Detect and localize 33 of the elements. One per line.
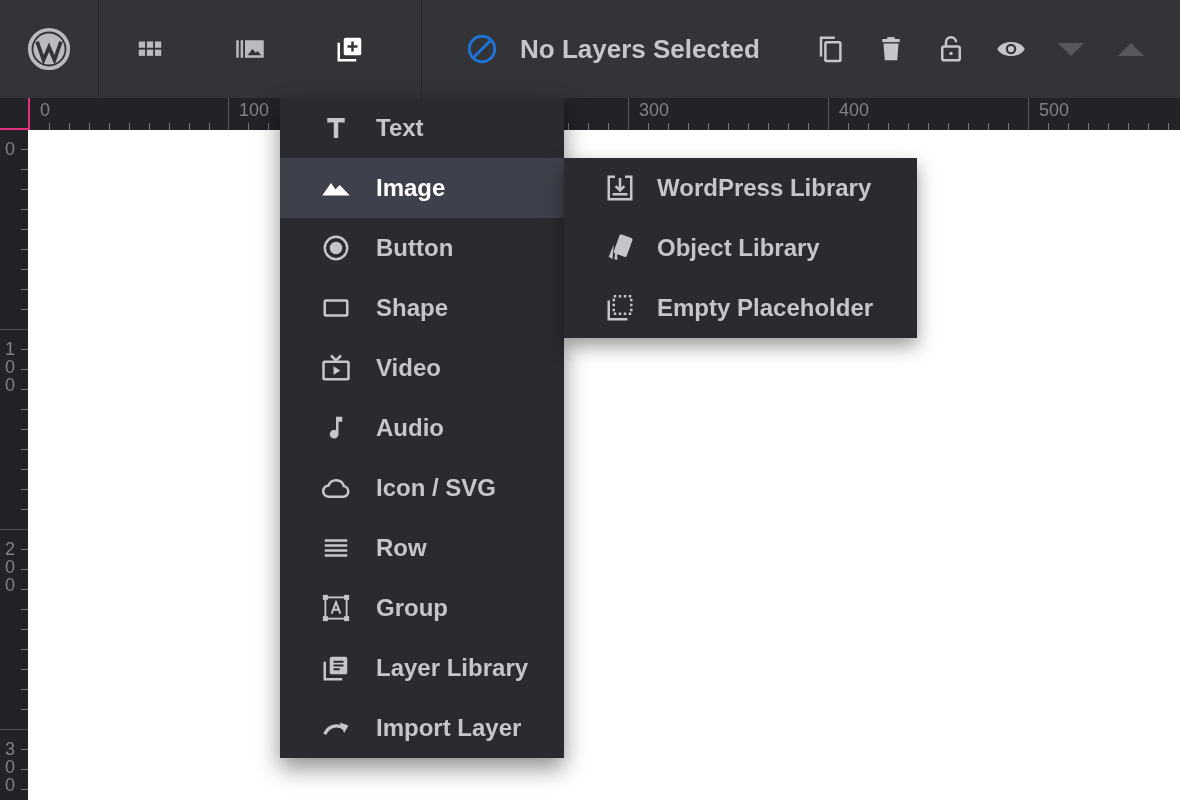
ruler-label: 300 bbox=[639, 100, 670, 120]
ruler-label: 0 bbox=[40, 100, 50, 120]
ruler-label: 300 bbox=[5, 740, 16, 794]
menu-item[interactable]: Audio bbox=[280, 398, 564, 458]
ruler-label: 100 bbox=[239, 100, 270, 120]
placeholder-icon bbox=[605, 293, 635, 323]
menu-item[interactable]: Image bbox=[280, 158, 564, 218]
ruler-label: 200 bbox=[5, 540, 16, 594]
ruler-label: 100 bbox=[5, 340, 16, 394]
caret-down-icon bbox=[1058, 42, 1084, 56]
menu-item[interactable]: Text bbox=[280, 98, 564, 158]
ruler-label: 500 bbox=[1039, 100, 1070, 120]
menu-item[interactable]: Row bbox=[280, 518, 564, 578]
ruler-label: 0 bbox=[5, 140, 16, 158]
menu-item[interactable]: Empty Placeholder bbox=[564, 278, 917, 338]
caret-up-icon bbox=[1118, 42, 1144, 56]
blocked-icon bbox=[466, 33, 498, 65]
menu-item[interactable]: Group bbox=[280, 578, 564, 638]
menu-item[interactable]: Video bbox=[280, 338, 564, 398]
menu-item[interactable]: WordPress Library bbox=[564, 158, 917, 218]
menu-item[interactable]: Layer Library bbox=[280, 638, 564, 698]
menu-item[interactable]: Icon / SVG bbox=[280, 458, 564, 518]
wordpress-logo-icon[interactable] bbox=[27, 27, 71, 71]
menu-item[interactable]: Import Layer bbox=[280, 698, 564, 758]
selection-status: No Layers Selected bbox=[520, 33, 760, 65]
menu-item[interactable]: Button bbox=[280, 218, 564, 278]
menu-item[interactable]: Shape bbox=[280, 278, 564, 338]
menu-item[interactable]: Object Library bbox=[564, 218, 917, 278]
tv-icon bbox=[321, 353, 351, 383]
ruler-label: 400 bbox=[839, 100, 870, 120]
radio-icon bbox=[321, 233, 351, 263]
group-icon bbox=[321, 593, 351, 623]
download-box-icon bbox=[605, 173, 635, 203]
